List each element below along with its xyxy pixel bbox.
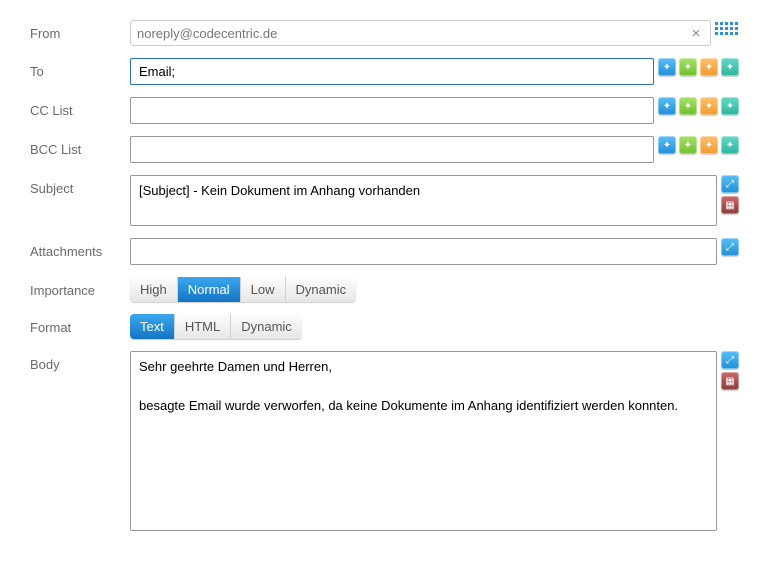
format-label: Format [30, 314, 130, 335]
lookup-icon[interactable]: ✦ [700, 97, 718, 115]
add-recipient-icon[interactable]: ✦ [679, 136, 697, 154]
to-label: To [30, 58, 130, 79]
contacts-icon[interactable]: ✦ [658, 136, 676, 154]
body-textarea[interactable] [130, 351, 717, 531]
subject-label: Subject [30, 175, 130, 196]
contacts-icon[interactable]: ✦ [658, 58, 676, 76]
group-icon[interactable]: ✦ [721, 58, 739, 76]
bcc-input[interactable] [130, 136, 654, 163]
keyboard-icon[interactable] [715, 20, 739, 36]
contacts-icon[interactable]: ✦ [658, 97, 676, 115]
from-value: noreply@codecentric.de [137, 26, 688, 41]
expand-icon[interactable]: ⤢ [721, 351, 739, 369]
importance-option-normal[interactable]: Normal [178, 277, 241, 302]
format-toggle: TextHTMLDynamic [130, 314, 302, 339]
from-field[interactable]: noreply@codecentric.de × [130, 20, 711, 46]
format-option-dynamic[interactable]: Dynamic [231, 314, 302, 339]
template-picker-icon[interactable]: ▦ [721, 372, 739, 390]
add-recipient-icon[interactable]: ✦ [679, 58, 697, 76]
add-recipient-icon[interactable]: ✦ [679, 97, 697, 115]
group-icon[interactable]: ✦ [721, 97, 739, 115]
attachments-input[interactable] [130, 238, 717, 265]
bcc-label: BCC List [30, 136, 130, 157]
template-picker-icon[interactable]: ▦ [721, 196, 739, 214]
importance-option-low[interactable]: Low [241, 277, 286, 302]
to-input[interactable] [130, 58, 654, 85]
cc-input[interactable] [130, 97, 654, 124]
lookup-icon[interactable]: ✦ [700, 136, 718, 154]
body-label: Body [30, 351, 130, 372]
format-option-html[interactable]: HTML [175, 314, 231, 339]
lookup-icon[interactable]: ✦ [700, 58, 718, 76]
cc-label: CC List [30, 97, 130, 118]
attach-file-icon[interactable]: ⤢ [721, 238, 739, 256]
importance-label: Importance [30, 277, 130, 298]
importance-option-high[interactable]: High [130, 277, 178, 302]
expand-icon[interactable]: ⤢ [721, 175, 739, 193]
importance-toggle: HighNormalLowDynamic [130, 277, 356, 302]
clear-from-icon[interactable]: × [688, 25, 704, 41]
format-option-text[interactable]: Text [130, 314, 175, 339]
importance-option-dynamic[interactable]: Dynamic [286, 277, 357, 302]
group-icon[interactable]: ✦ [721, 136, 739, 154]
from-label: From [30, 20, 130, 41]
attachments-label: Attachments [30, 238, 130, 259]
subject-input[interactable] [130, 175, 717, 226]
